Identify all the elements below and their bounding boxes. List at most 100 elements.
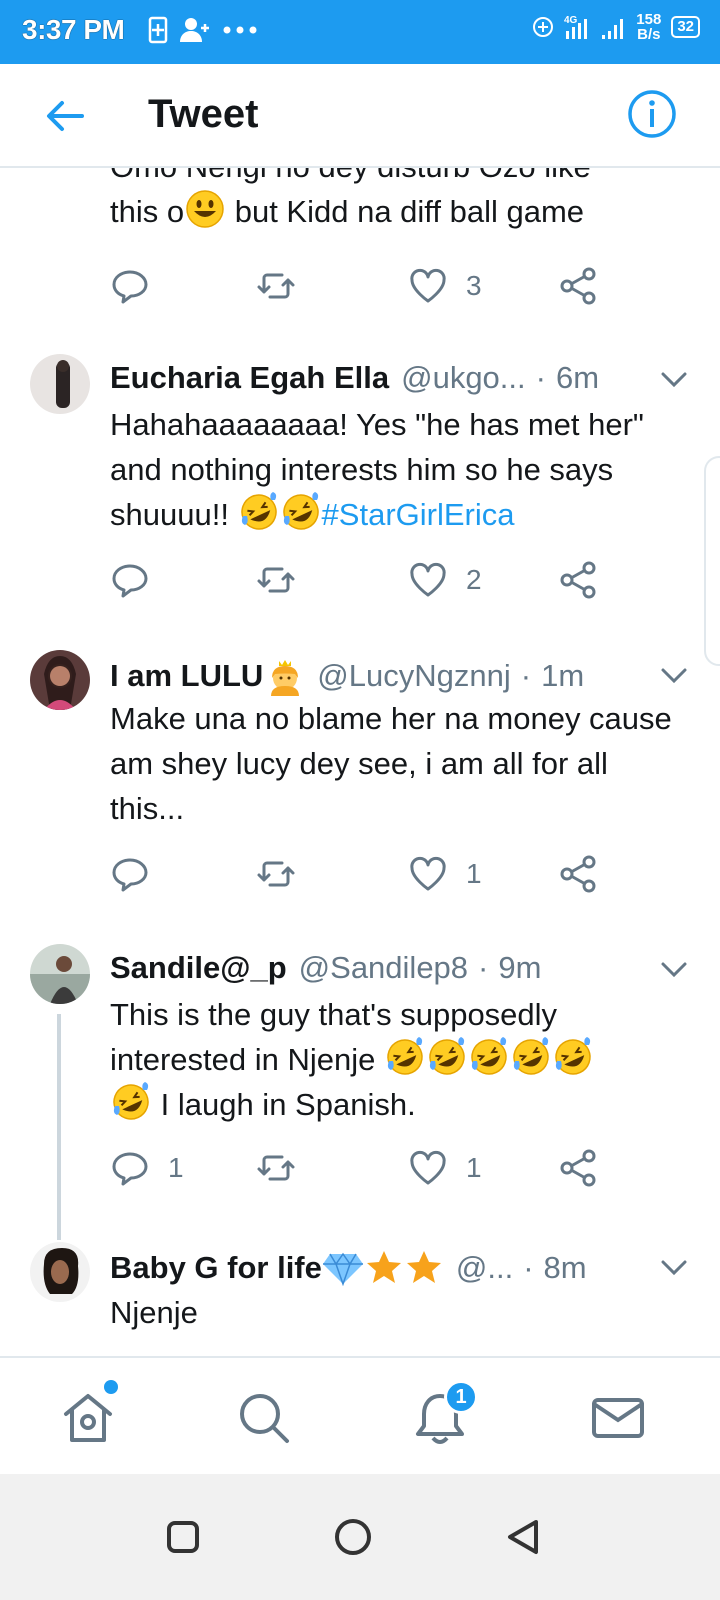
share-button[interactable]: [558, 1148, 598, 1188]
tweet-text: Make una no blame her na money cause am …: [110, 701, 672, 826]
rofl-emoji-icon: [429, 1037, 465, 1075]
avatar[interactable]: [30, 354, 90, 414]
share-button[interactable]: [558, 266, 598, 306]
tweet-item[interactable]: Sandile@_p @Sandilep8 · 9m This is the g…: [0, 944, 720, 1240]
grinning-emoji-icon: [186, 190, 224, 228]
reply-icon: [112, 1152, 148, 1186]
tweet-text-part: but Kidd na diff ball game: [226, 194, 585, 229]
author-handle[interactable]: @...: [456, 1250, 513, 1286]
tweet-time: 1m: [541, 658, 585, 693]
reply-button[interactable]: [110, 560, 168, 600]
like-button[interactable]: 3: [408, 266, 482, 306]
separator-dot: ·: [535, 360, 546, 395]
avatar-image: [30, 650, 90, 710]
share-button[interactable]: [558, 854, 598, 894]
retweet-icon: [257, 1155, 295, 1181]
rofl-emoji-icon: [282, 492, 319, 530]
retweet-button[interactable]: [256, 266, 314, 306]
gem-emoji-icon: [322, 1252, 363, 1286]
like-count: 3: [466, 270, 482, 301]
info-icon: [628, 90, 676, 138]
chevron-down-icon[interactable]: [660, 666, 688, 686]
arrow-left-icon: [47, 101, 84, 131]
home-new-indicator: [104, 1380, 118, 1394]
retweet-icon: [257, 861, 295, 887]
like-button[interactable]: 2: [408, 560, 482, 600]
recents-icon[interactable]: [160, 1514, 206, 1560]
share-icon: [560, 1149, 596, 1187]
avatar[interactable]: [30, 650, 90, 710]
retweet-icon: [257, 567, 295, 593]
like-count: 2: [466, 564, 482, 595]
separator-dot: ·: [478, 950, 489, 985]
avatar[interactable]: [30, 1242, 90, 1302]
author-name[interactable]: I am LULU: [110, 658, 263, 694]
reply-button[interactable]: [110, 854, 168, 894]
back-triangle-icon[interactable]: [500, 1514, 546, 1560]
back-button[interactable]: [40, 94, 88, 138]
author-handle[interactable]: @Sandilep8: [299, 950, 468, 986]
messages-icon: [592, 1398, 644, 1438]
home-circle-icon[interactable]: [330, 1514, 376, 1560]
nav-search[interactable]: [234, 1388, 294, 1448]
chevron-down-icon[interactable]: [660, 370, 688, 390]
chevron-down-icon[interactable]: [660, 960, 688, 980]
like-button[interactable]: 1: [408, 1148, 482, 1188]
retweet-button[interactable]: [256, 854, 314, 894]
tweet-text-line: interested in Njenje: [110, 1037, 680, 1082]
tweet-header: I am LULU @LucyNgznnj · 1m: [110, 656, 584, 696]
share-icon: [560, 855, 596, 893]
like-button[interactable]: 1: [408, 854, 482, 894]
chevron-down-icon[interactable]: [660, 1258, 688, 1278]
tweet-timeline[interactable]: Omo Nengi no dey disturb Ozo like this o…: [0, 168, 720, 1376]
nav-home[interactable]: [58, 1388, 118, 1448]
author-name[interactable]: Eucharia Egah Ella: [110, 360, 389, 396]
like-count: 1: [466, 1152, 482, 1183]
share-icon: [560, 561, 596, 599]
tweet-header: Sandile@_p @Sandilep8 · 9m: [110, 950, 541, 986]
tweet-item[interactable]: I am LULU @LucyNgznnj · 1m Make una no b…: [0, 650, 720, 940]
retweet-button[interactable]: [256, 1148, 314, 1188]
hashtag-link[interactable]: #StarGirlErica: [322, 497, 515, 532]
author-handle[interactable]: @LucyNgznnj: [317, 658, 510, 694]
tweet-text: Njenje: [110, 1295, 198, 1330]
network-label: 4G: [564, 15, 578, 26]
tweet-time: 9m: [498, 950, 542, 985]
status-right-icons: 4G 158 B/s 32: [532, 12, 700, 42]
status-time: 3:37 PM: [22, 14, 125, 45]
tweet-text-part: this o: [110, 194, 185, 229]
side-panel-handle[interactable]: [704, 456, 720, 666]
tweet-item[interactable]: Eucharia Egah Ella @ukgo... · 6m Hahahaa…: [0, 354, 720, 644]
tweet-actions: 1: [110, 854, 610, 894]
more-dots-icon: [223, 26, 257, 34]
heart-icon: [410, 1150, 446, 1185]
search-icon: [240, 1394, 289, 1443]
nav-messages[interactable]: [588, 1388, 648, 1448]
tweet-item[interactable]: Omo Nengi no dey disturb Ozo like this o…: [0, 168, 720, 334]
rofl-emoji-icon: [513, 1037, 549, 1075]
rofl-emoji-icon: [471, 1037, 507, 1075]
rofl-emoji-icon: [240, 492, 277, 530]
rofl-emoji-icon: [113, 1082, 149, 1120]
battery-indicator: 32: [671, 16, 700, 38]
data-saver-icon: [533, 17, 554, 37]
retweet-button[interactable]: [256, 560, 314, 600]
tweet-text: Hahahaaaaaaaa! Yes "he has met her" and …: [110, 402, 680, 537]
info-button[interactable]: [626, 88, 678, 140]
avatar[interactable]: [30, 944, 90, 1004]
author-handle[interactable]: @ukgo...: [401, 360, 526, 396]
reply-button[interactable]: [110, 266, 168, 306]
author-name[interactable]: Sandile@_p: [110, 950, 287, 986]
share-button[interactable]: [558, 560, 598, 600]
star-emoji-icon: [366, 1251, 401, 1283]
author-name[interactable]: Baby G for life: [110, 1250, 322, 1286]
tweet-header: Baby G for life @... · 8m: [110, 1248, 587, 1288]
sim-icon: [148, 16, 168, 44]
tweet-text-part: interested in Njenje: [110, 1042, 384, 1077]
princess-emoji-icon: [271, 660, 300, 696]
tweet-time: 8m: [543, 1250, 587, 1285]
reply-button[interactable]: 1: [110, 1148, 184, 1188]
network-speed: 158 B/s: [636, 12, 661, 42]
tweet-actions: 2: [110, 560, 610, 600]
heart-icon: [410, 268, 446, 303]
